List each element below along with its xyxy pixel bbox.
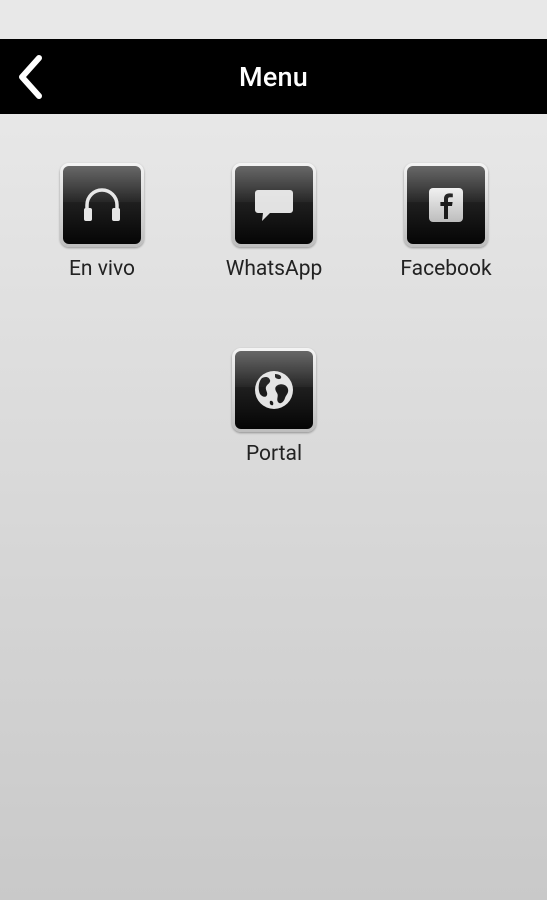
globe-icon — [255, 371, 293, 409]
status-bar-area — [0, 0, 547, 39]
menu-item-label: Portal — [245, 442, 303, 466]
facebook-icon — [429, 188, 463, 222]
menu-item-label: En vivo — [68, 257, 135, 281]
menu-item-facebook[interactable]: Facebook — [376, 163, 516, 281]
portal-tile[interactable] — [232, 348, 316, 432]
en-vivo-tile[interactable] — [60, 163, 144, 247]
chat-bubble-icon — [255, 190, 293, 221]
facebook-tile[interactable] — [404, 163, 488, 247]
menu-item-label: WhatsApp — [225, 257, 323, 281]
menu-item-label: Facebook — [400, 257, 492, 281]
page-title: Menu — [239, 60, 308, 93]
whatsapp-tile[interactable] — [232, 163, 316, 247]
menu-item-whatsapp[interactable]: WhatsApp — [204, 163, 344, 281]
app-header: Menu — [0, 39, 547, 114]
chevron-left-icon — [19, 55, 42, 99]
headphones-icon — [84, 188, 120, 221]
menu-item-portal[interactable]: Portal — [204, 348, 344, 466]
menu-item-en-vivo[interactable]: En vivo — [32, 163, 172, 281]
back-button[interactable] — [8, 47, 52, 107]
